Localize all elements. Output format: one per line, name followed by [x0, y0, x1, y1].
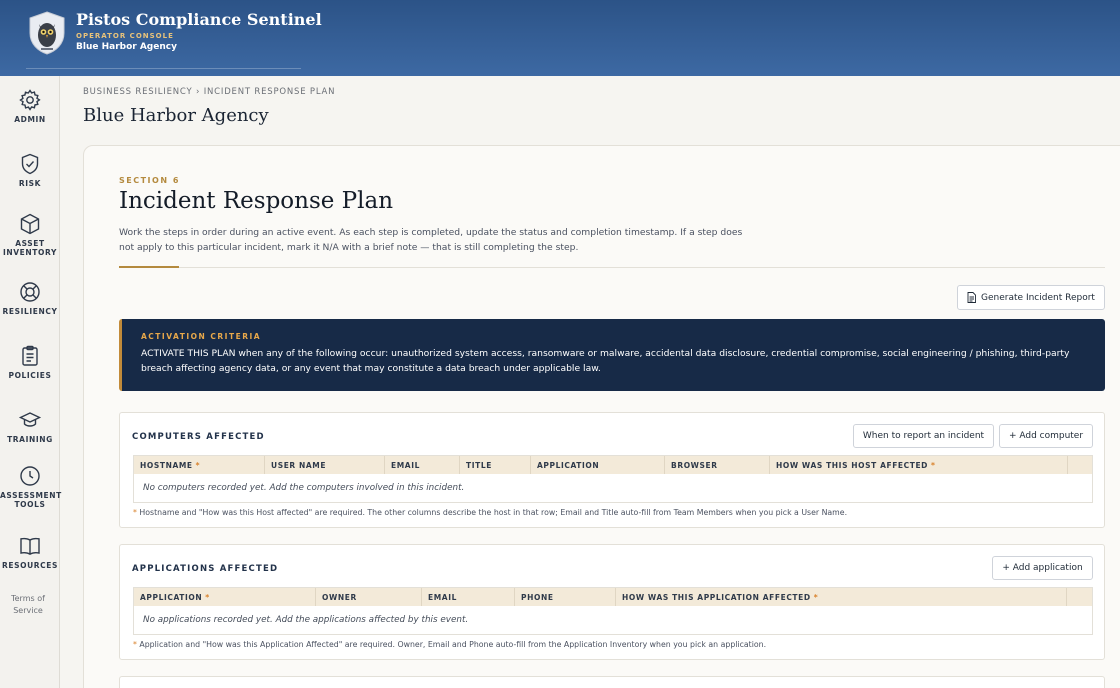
applications-table: APPLICATION * OWNER EMAIL PHONE HOW WAS T… [133, 587, 1093, 635]
column-header-user-name[interactable]: USER NAME [265, 456, 385, 474]
sidebar-item-label: RESOURCES [2, 561, 58, 570]
cube-icon [20, 213, 40, 235]
sidebar-item-label: RESILIENCY [2, 307, 58, 316]
sidebar-item-training[interactable]: TRAINING [0, 408, 60, 444]
column-header-browser[interactable]: BROWSER [665, 456, 770, 474]
sidebar-item-label: RISK [18, 179, 42, 188]
breadcrumb: BUSINESS RESILIENCY › INCIDENT RESPONSE … [83, 87, 336, 97]
graduation-cap-icon [18, 412, 42, 427]
gear-icon [19, 89, 41, 111]
column-header-application[interactable]: APPLICATION * [134, 588, 316, 606]
clock-icon [20, 466, 40, 486]
column-header-actions [1067, 588, 1092, 606]
sidebar-item-label: ASSET INVENTORY [3, 239, 57, 257]
sidebar-item-label: TRAINING [7, 435, 53, 444]
add-application-button[interactable]: + Add application [992, 556, 1093, 580]
section-divider-accent [119, 266, 179, 268]
empty-state-row: No computers recorded yet. Add the compu… [134, 474, 1092, 502]
page-title: Blue Harbor Agency [83, 105, 269, 126]
sidebar: ADMIN RISK ASSET INVENTORY RESILIENCY PO… [0, 76, 62, 688]
add-computer-button[interactable]: + Add computer [999, 424, 1093, 448]
column-header-hostname[interactable]: HOSTNAME * [134, 456, 265, 474]
app-subtitle: OPERATOR CONSOLE [76, 32, 174, 40]
column-header-owner[interactable]: OWNER [316, 588, 422, 606]
table-header-row: APPLICATION * OWNER EMAIL PHONE HOW WAS T… [134, 588, 1092, 606]
owl-logo-icon[interactable] [28, 11, 66, 55]
sidebar-item-label: POLICIES [8, 371, 52, 380]
lifebuoy-icon [20, 282, 40, 302]
sidebar-item-asset-inventory[interactable]: ASSET INVENTORY [0, 212, 60, 257]
sidebar-item-resources[interactable]: RESOURCES [0, 534, 60, 570]
table-header-row: HOSTNAME * USER NAME EMAIL TITLE APPLICAT… [134, 456, 1092, 474]
generate-incident-report-button[interactable]: Generate Incident Report [957, 285, 1105, 310]
empty-state-row: No applications recorded yet. Add the ap… [134, 606, 1092, 634]
activation-criteria-label: ACTIVATION CRITERIA [141, 332, 262, 341]
when-to-report-button[interactable]: When to report an incident [853, 424, 994, 448]
applications-affected-card: APPLICATIONS AFFECTED + Add application … [119, 544, 1105, 660]
activation-criteria-text: ACTIVATE THIS PLAN when any of the follo… [141, 348, 1070, 374]
applications-affected-title: APPLICATIONS AFFECTED [132, 564, 279, 574]
header-agency-name: Blue Harbor Agency [76, 42, 177, 52]
header-divider [26, 68, 301, 69]
top-header: Pistos Compliance Sentinel OPERATOR CONS… [0, 0, 1120, 76]
section-label: SECTION 6 [119, 176, 180, 185]
computers-table: HOSTNAME * USER NAME EMAIL TITLE APPLICAT… [133, 455, 1093, 503]
column-header-how-affected[interactable]: HOW WAS THIS APPLICATION AFFECTED * [616, 588, 1067, 606]
activation-criteria-banner: ACTIVATION CRITERIA ACTIVATE THIS PLAN w… [119, 319, 1105, 391]
applications-footnote: * Application and "How was this Applicat… [133, 640, 767, 649]
sidebar-item-policies[interactable]: POLICIES [0, 344, 60, 380]
column-header-how-affected[interactable]: HOW WAS THIS HOST AFFECTED * [770, 456, 1068, 474]
computers-affected-title: COMPUTERS AFFECTED [132, 432, 265, 442]
plan-description: Work the steps in order during an active… [119, 227, 743, 253]
plan-title: Incident Response Plan [119, 188, 394, 214]
sidebar-item-resiliency[interactable]: RESILIENCY [0, 280, 60, 316]
document-icon [967, 292, 976, 303]
column-header-application[interactable]: APPLICATION [531, 456, 665, 474]
column-header-title[interactable]: TITLE [460, 456, 531, 474]
column-header-email[interactable]: EMAIL [385, 456, 460, 474]
section-divider [179, 267, 1105, 268]
computers-footnote: * Hostname and "How was this Host affect… [133, 508, 848, 517]
shield-check-icon [21, 153, 39, 175]
computers-affected-card: COMPUTERS AFFECTED When to report an inc… [119, 412, 1105, 528]
sidebar-item-risk[interactable]: RISK [0, 152, 60, 188]
column-header-email[interactable]: EMAIL [422, 588, 515, 606]
next-section-card [119, 676, 1105, 688]
clipboard-icon [22, 345, 38, 366]
sidebar-item-label: ADMIN [14, 115, 46, 124]
terms-of-service-link[interactable]: Terms of Service [0, 593, 56, 617]
generate-incident-report-label: Generate Incident Report [981, 292, 1095, 303]
app-title: Pistos Compliance Sentinel [76, 10, 322, 29]
book-icon [20, 537, 40, 556]
sidebar-item-label: ASSESSMENT TOOLS [0, 491, 62, 509]
sidebar-item-assessment-tools[interactable]: ASSESSMENT TOOLS [0, 464, 62, 509]
sidebar-item-admin[interactable]: ADMIN [0, 88, 60, 124]
column-header-phone[interactable]: PHONE [515, 588, 616, 606]
column-header-actions [1068, 456, 1092, 474]
